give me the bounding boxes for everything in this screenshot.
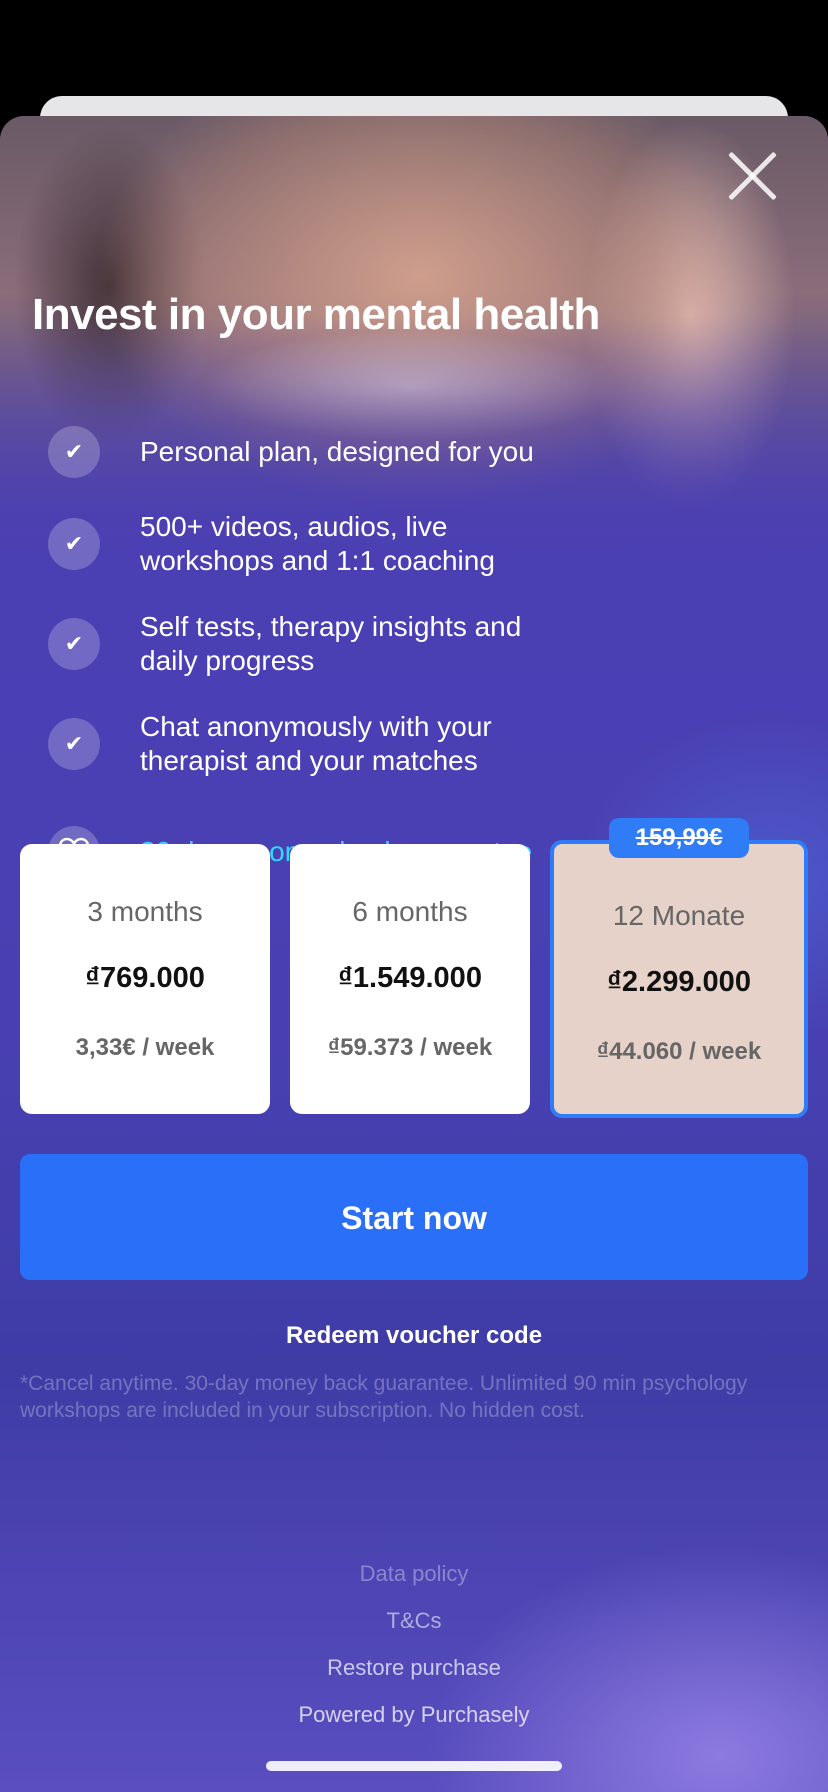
original-price-badge: 159,99€: [609, 818, 749, 858]
terms-link[interactable]: T&Cs: [0, 1608, 828, 1634]
check-icon: ✔: [48, 718, 100, 770]
restore-purchase-link[interactable]: Restore purchase: [0, 1655, 828, 1681]
plan-card-3-months[interactable]: 3 months ₫769.000 3,33€ / week: [20, 844, 270, 1114]
data-policy-link[interactable]: Data policy: [0, 1561, 828, 1587]
feature-text: Personal plan, designed for you: [140, 436, 534, 467]
plan-price: ₫2.299.000: [607, 966, 751, 998]
feature-item: ✔ Personal plan, designed for you: [48, 426, 788, 478]
feature-text: Self tests, therapy insights and daily p…: [140, 611, 522, 676]
plan-weekly-price: ₫59.373 / week: [327, 1034, 493, 1061]
plan-name: 12 Monate: [612, 900, 746, 931]
feature-text: Chat anonymously with your therapist and…: [140, 711, 492, 776]
redeem-voucher-link[interactable]: Redeem voucher code: [0, 1322, 828, 1350]
close-icon[interactable]: [726, 150, 778, 202]
check-icon: ✔: [48, 518, 100, 570]
plan-price: ₫769.000: [85, 962, 205, 994]
plan-card-6-months[interactable]: 6 months ₫1.549.000 ₫59.373 / week: [290, 844, 530, 1114]
plan-selector: 3 months ₫769.000 3,33€ / week 6 months …: [20, 818, 808, 1118]
disclaimer-text: *Cancel anytime. 30-day money back guara…: [20, 1372, 748, 1422]
check-icon: ✔: [48, 426, 100, 478]
feature-text: 500+ videos, audios, live workshops and …: [140, 511, 495, 576]
powered-by-link[interactable]: Powered by Purchasely: [0, 1702, 828, 1728]
plan-name: 6 months: [352, 896, 468, 927]
plan-weekly-price: 3,33€ / week: [75, 1034, 215, 1061]
plan-card-12-months[interactable]: 12 Monate ₫2.299.000 ₫44.060 / week: [550, 840, 808, 1118]
check-icon: ✔: [48, 618, 100, 670]
start-now-button[interactable]: Start now: [20, 1154, 808, 1280]
feature-item: ✔ Chat anonymously with your therapist a…: [48, 710, 788, 778]
page-title: Invest in your mental health: [32, 290, 600, 339]
plan-price: ₫1.549.000: [338, 962, 482, 994]
feature-item: ✔ Self tests, therapy insights and daily…: [48, 610, 788, 678]
feature-item: ✔ 500+ videos, audios, live workshops an…: [48, 510, 788, 578]
plan-name: 3 months: [87, 896, 203, 927]
home-indicator[interactable]: [266, 1761, 562, 1771]
screen: Invest in your mental health ✔ Personal …: [0, 0, 828, 1792]
plan-weekly-price: ₫44.060 / week: [596, 1038, 762, 1065]
